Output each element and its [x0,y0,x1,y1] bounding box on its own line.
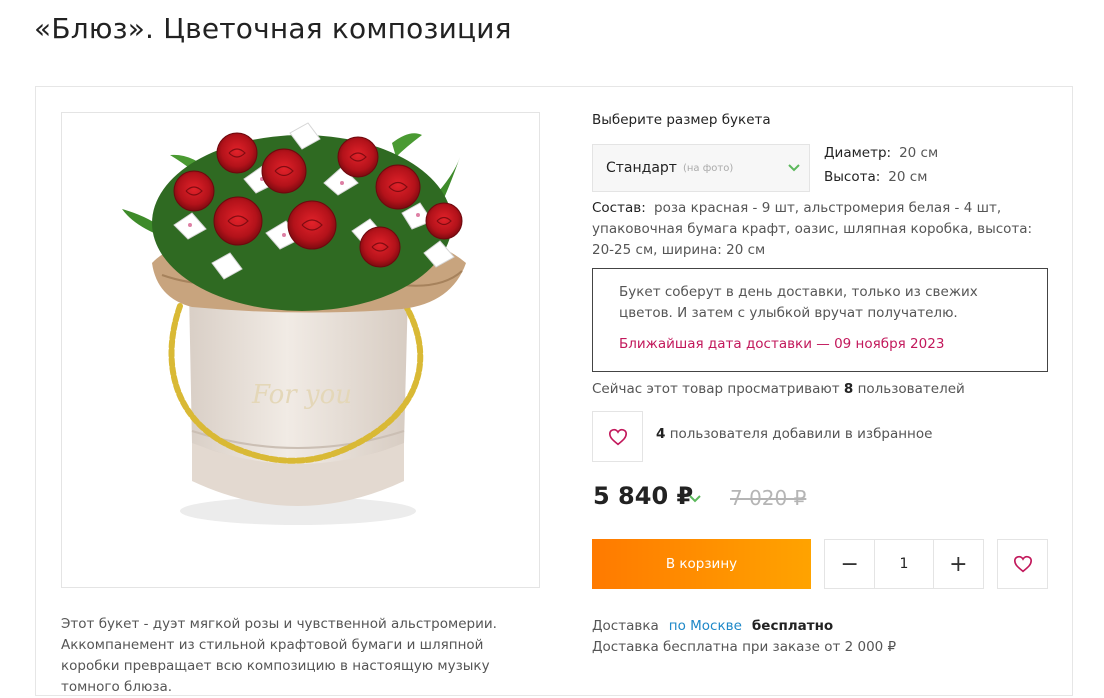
add-to-cart-button[interactable]: В корзину [592,539,811,589]
composition: Состав: роза красная - 9 шт, альстромери… [592,198,1052,261]
product-description: Этот букет - дуэт мягкой розы и чувствен… [61,616,497,695]
delivery-info-box: Букет соберут в день доставки, только из… [592,268,1048,372]
quantity-increase-button[interactable]: + [934,540,983,588]
diameter-value: 20 см [899,145,939,161]
size-select-note: (на фото) [682,162,734,174]
size-select-value: Стандарт [606,160,677,176]
heart-icon [608,428,627,445]
favorites-count-text: 4 пользователя добавили в избранное [656,426,932,442]
spec-diameter: Диаметр: 20 см [824,145,938,161]
delivery-free: бесплатно [751,618,834,634]
size-selector-title: Выберите размер букета [592,112,771,128]
nearest-delivery-date: Ближайшая дата доставки — 09 ноября 2023 [619,336,945,352]
viewers-suffix: пользователей [857,381,965,397]
current-price: 5 840 ₽ [593,482,694,510]
chevron-down-icon[interactable] [688,494,702,504]
quantity-stepper: − 1 + [824,539,984,589]
favorite-button-small[interactable] [592,411,643,462]
favorites-text: пользователя добавили в избранное [669,426,933,442]
spec-height: Высота: 20 см [824,169,927,185]
composition-label: Состав: [592,200,646,216]
bouquet-image: For you [122,122,466,525]
height-value: 20 см [888,169,928,185]
heart-icon [1013,555,1032,573]
viewers-count-text: Сейчас этот товар просматривают 8 пользо… [592,381,965,397]
quantity-value[interactable]: 1 [874,540,934,588]
delivery-line: Доставка по Москве бесплатно [592,618,833,634]
delivery-city-link[interactable]: по Москве [669,618,742,634]
quantity-decrease-button[interactable]: − [825,540,874,588]
product-photo[interactable]: For you [61,112,540,588]
old-price: 7 020 ₽ [730,486,807,510]
page-title: «Блюз». Цветочная композиция [34,12,512,45]
delivery-label: Доставка [592,618,659,634]
favorite-button[interactable] [997,539,1048,589]
viewers-count: 8 [843,381,854,397]
composition-text: роза красная - 9 шт, альстромерия белая … [592,200,1033,258]
diameter-label: Диаметр: [824,145,892,161]
delivery-threshold-note: Доставка бесплатна при заказе от 2 000 ₽ [592,639,897,655]
box-lettering: For you [251,380,352,410]
viewers-prefix: Сейчас этот товар просматривают [592,381,840,397]
size-select[interactable]: Стандарт (на фото) [592,144,810,192]
height-label: Высота: [824,169,881,185]
favorites-count: 4 [656,426,666,442]
info-box-text: Букет соберут в день доставки, только из… [619,284,978,321]
chevron-down-icon [788,164,800,172]
